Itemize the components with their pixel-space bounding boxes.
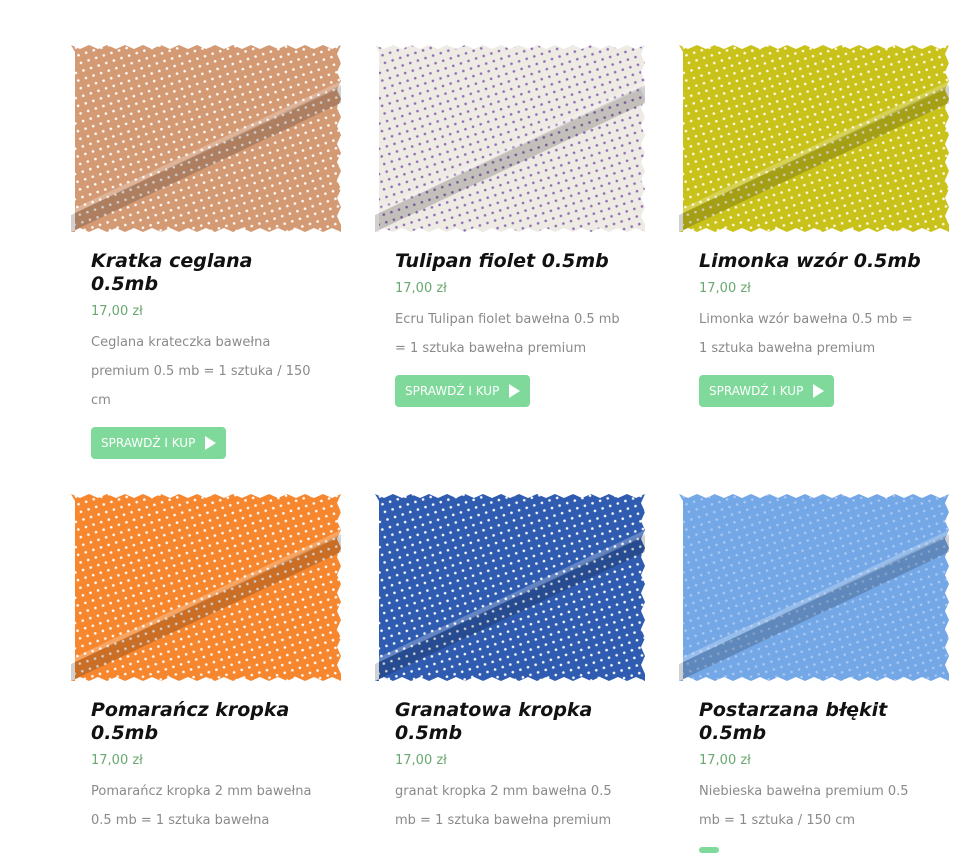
button-label: SPRAWDŹ I KUP xyxy=(405,384,500,398)
product-title[interactable]: Pomarańcz kropka 0.5mb xyxy=(91,699,321,745)
product-price: 17,00 zł xyxy=(699,281,751,296)
product-description: Niebieska bawełna premium 0.5 mb = 1 szt… xyxy=(699,784,909,828)
play-arrow-icon xyxy=(813,384,825,398)
product-title[interactable]: Granatowa kropka 0.5mb xyxy=(395,699,625,745)
product-card: Limonka wzór 0.5mb 17,00 zł Limonka wzór… xyxy=(679,45,949,407)
product-image[interactable] xyxy=(679,45,949,232)
product-description: Ecru Tulipan fiolet bawełna 0.5 mb = 1 s… xyxy=(395,312,620,356)
product-image[interactable] xyxy=(71,45,341,232)
product-price: 17,00 zł xyxy=(699,753,751,768)
product-price: 17,00 zł xyxy=(395,753,447,768)
product-price: 17,00 zł xyxy=(91,304,143,319)
product-description: Pomarańcz kropka 2 mm bawełna 0.5 mb = 1… xyxy=(91,784,312,828)
product-image[interactable] xyxy=(375,45,645,232)
navy-dot-fabric-image xyxy=(375,494,645,681)
check-and-buy-button[interactable]: SPRAWDŹ I KUP xyxy=(699,375,835,407)
play-arrow-icon xyxy=(509,384,521,398)
product-card: Kratka ceglana 0.5mb 17,00 zł Ceglana kr… xyxy=(71,45,341,459)
product-description: Ceglana krateczka bawełna premium 0.5 mb… xyxy=(91,335,311,408)
product-image[interactable] xyxy=(71,494,341,681)
product-description: Limonka wzór bawełna 0.5 mb = 1 sztuka b… xyxy=(699,312,913,356)
product-image[interactable] xyxy=(375,494,645,681)
product-title[interactable]: Limonka wzór 0.5mb xyxy=(699,250,929,273)
check-and-buy-button[interactable]: SPRAWDŹ I KUP xyxy=(91,427,227,459)
button-label: SPRAWDŹ I KUP xyxy=(101,436,196,450)
product-title[interactable]: Tulipan fiolet 0.5mb xyxy=(395,250,625,273)
check-and-buy-button[interactable] xyxy=(699,847,719,853)
product-card: Granatowa kropka 0.5mb 17,00 zł granat k… xyxy=(375,494,645,835)
check-and-buy-button[interactable]: SPRAWDŹ I KUP xyxy=(395,375,531,407)
product-title[interactable]: Kratka ceglana 0.5mb xyxy=(91,250,321,296)
product-title[interactable]: Postarzana błękit 0.5mb xyxy=(699,699,929,745)
brick-check-fabric-image xyxy=(71,45,341,232)
orange-dot-fabric-image xyxy=(71,494,341,681)
button-label: SPRAWDŹ I KUP xyxy=(709,384,804,398)
product-card: Tulipan fiolet 0.5mb 17,00 zł Ecru Tulip… xyxy=(375,45,645,407)
product-price: 17,00 zł xyxy=(91,753,143,768)
product-image[interactable] xyxy=(679,494,949,681)
product-card: Postarzana błękit 0.5mb 17,00 zł Niebies… xyxy=(679,494,949,858)
tulip-violet-fabric-image xyxy=(375,45,645,232)
product-price: 17,00 zł xyxy=(395,281,447,296)
lime-floral-fabric-image xyxy=(679,45,949,232)
product-description: granat kropka 2 mm bawełna 0.5 mb = 1 sz… xyxy=(395,784,612,828)
product-card: Pomarańcz kropka 0.5mb 17,00 zł Pomarańc… xyxy=(71,494,341,835)
light-blue-fabric-image xyxy=(679,494,949,681)
play-arrow-icon xyxy=(205,436,217,450)
